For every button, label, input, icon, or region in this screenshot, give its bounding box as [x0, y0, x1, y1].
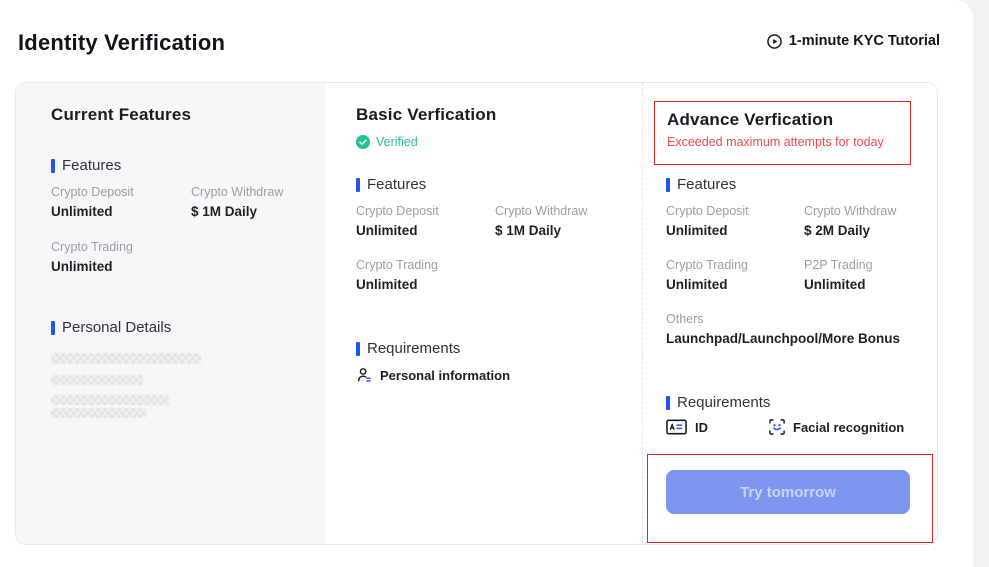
annotation-box-button: Try tomorrow — [647, 454, 933, 543]
feature-label: Crypto Withdraw — [495, 204, 587, 218]
annotation-box-title: Advance Verfication Exceeded maximum att… — [654, 101, 911, 165]
basic-verification-title: Basic Verfication — [356, 105, 496, 125]
section-label: Features — [677, 176, 736, 193]
current-features-title: Current Features — [51, 105, 191, 125]
feature-label: Crypto Deposit — [356, 204, 439, 218]
current-features-column — [16, 83, 325, 544]
section-label: Personal Details — [62, 319, 171, 336]
section-accent-bar — [356, 342, 360, 356]
feature-label: Crypto Trading — [51, 240, 133, 254]
feature-value: $ 2M Daily — [804, 223, 870, 238]
feature-value: $ 1M Daily — [495, 223, 561, 238]
feature-label: Others — [666, 312, 704, 326]
face-scan-icon — [769, 419, 785, 435]
requirement-id: ID — [666, 419, 708, 435]
section-label: Features — [367, 176, 426, 193]
feature-value: Unlimited — [51, 204, 113, 219]
kyc-tutorial-label: 1-minute KYC Tutorial — [789, 33, 940, 49]
basic-features-section: Features — [356, 176, 426, 193]
verified-status-badge: Verified — [356, 135, 418, 149]
basic-requirements-section: Requirements — [356, 340, 460, 357]
feature-value: Unlimited — [356, 223, 418, 238]
feature-label: P2P Trading — [804, 258, 873, 272]
redacted-personal-detail — [51, 408, 146, 418]
play-circle-icon — [767, 34, 782, 49]
section-label: Requirements — [677, 394, 770, 411]
redacted-personal-detail — [51, 375, 143, 385]
requirement-facial-recognition: Facial recognition — [769, 419, 904, 435]
redacted-personal-detail — [51, 353, 201, 364]
feature-label: Crypto Withdraw — [191, 185, 283, 199]
advance-verification-title: Advance Verfication — [667, 110, 898, 130]
try-tomorrow-button[interactable]: Try tomorrow — [666, 470, 910, 514]
personal-details-section: Personal Details — [51, 319, 171, 336]
requirement-label: Facial recognition — [793, 420, 904, 435]
column-divider — [642, 83, 643, 544]
feature-label: Crypto Trading — [666, 258, 748, 272]
requirement-label: ID — [695, 420, 708, 435]
page-background: Identity Verification 1-minute KYC Tutor… — [0, 0, 989, 567]
kyc-tutorial-link[interactable]: 1-minute KYC Tutorial — [767, 33, 940, 49]
section-accent-bar — [666, 396, 670, 410]
current-features-section: Features — [51, 157, 121, 174]
requirement-personal-information: Personal information — [356, 367, 510, 383]
feature-label: Crypto Trading — [356, 258, 438, 272]
feature-label: Crypto Deposit — [51, 185, 134, 199]
feature-label: Crypto Deposit — [666, 204, 749, 218]
feature-value: Unlimited — [51, 259, 113, 274]
section-accent-bar — [356, 178, 360, 192]
verification-card: Current Features Features Crypto Deposit… — [15, 82, 938, 545]
feature-value: Unlimited — [666, 277, 728, 292]
advance-features-section: Features — [666, 176, 736, 193]
feature-value: $ 1M Daily — [191, 204, 257, 219]
section-accent-bar — [51, 321, 55, 335]
feature-value: Unlimited — [356, 277, 418, 292]
section-accent-bar — [51, 159, 55, 173]
advance-requirements-section: Requirements — [666, 394, 770, 411]
feature-value: Unlimited — [666, 223, 728, 238]
feature-value: Unlimited — [804, 277, 866, 292]
feature-value: Launchpad/Launchpool/More Bonus — [666, 331, 900, 346]
redacted-personal-detail — [51, 395, 169, 405]
verified-check-icon — [356, 135, 370, 149]
person-icon — [356, 367, 372, 383]
id-card-icon — [666, 419, 687, 435]
feature-label: Crypto Withdraw — [804, 204, 896, 218]
section-accent-bar — [666, 178, 670, 192]
section-label: Requirements — [367, 340, 460, 357]
page-title: Identity Verification — [18, 30, 225, 56]
main-panel: Identity Verification 1-minute KYC Tutor… — [0, 0, 973, 567]
verified-status-label: Verified — [376, 135, 418, 149]
attempts-error-message: Exceeded maximum attempts for today — [667, 135, 898, 149]
section-label: Features — [62, 157, 121, 174]
requirement-label: Personal information — [380, 368, 510, 383]
